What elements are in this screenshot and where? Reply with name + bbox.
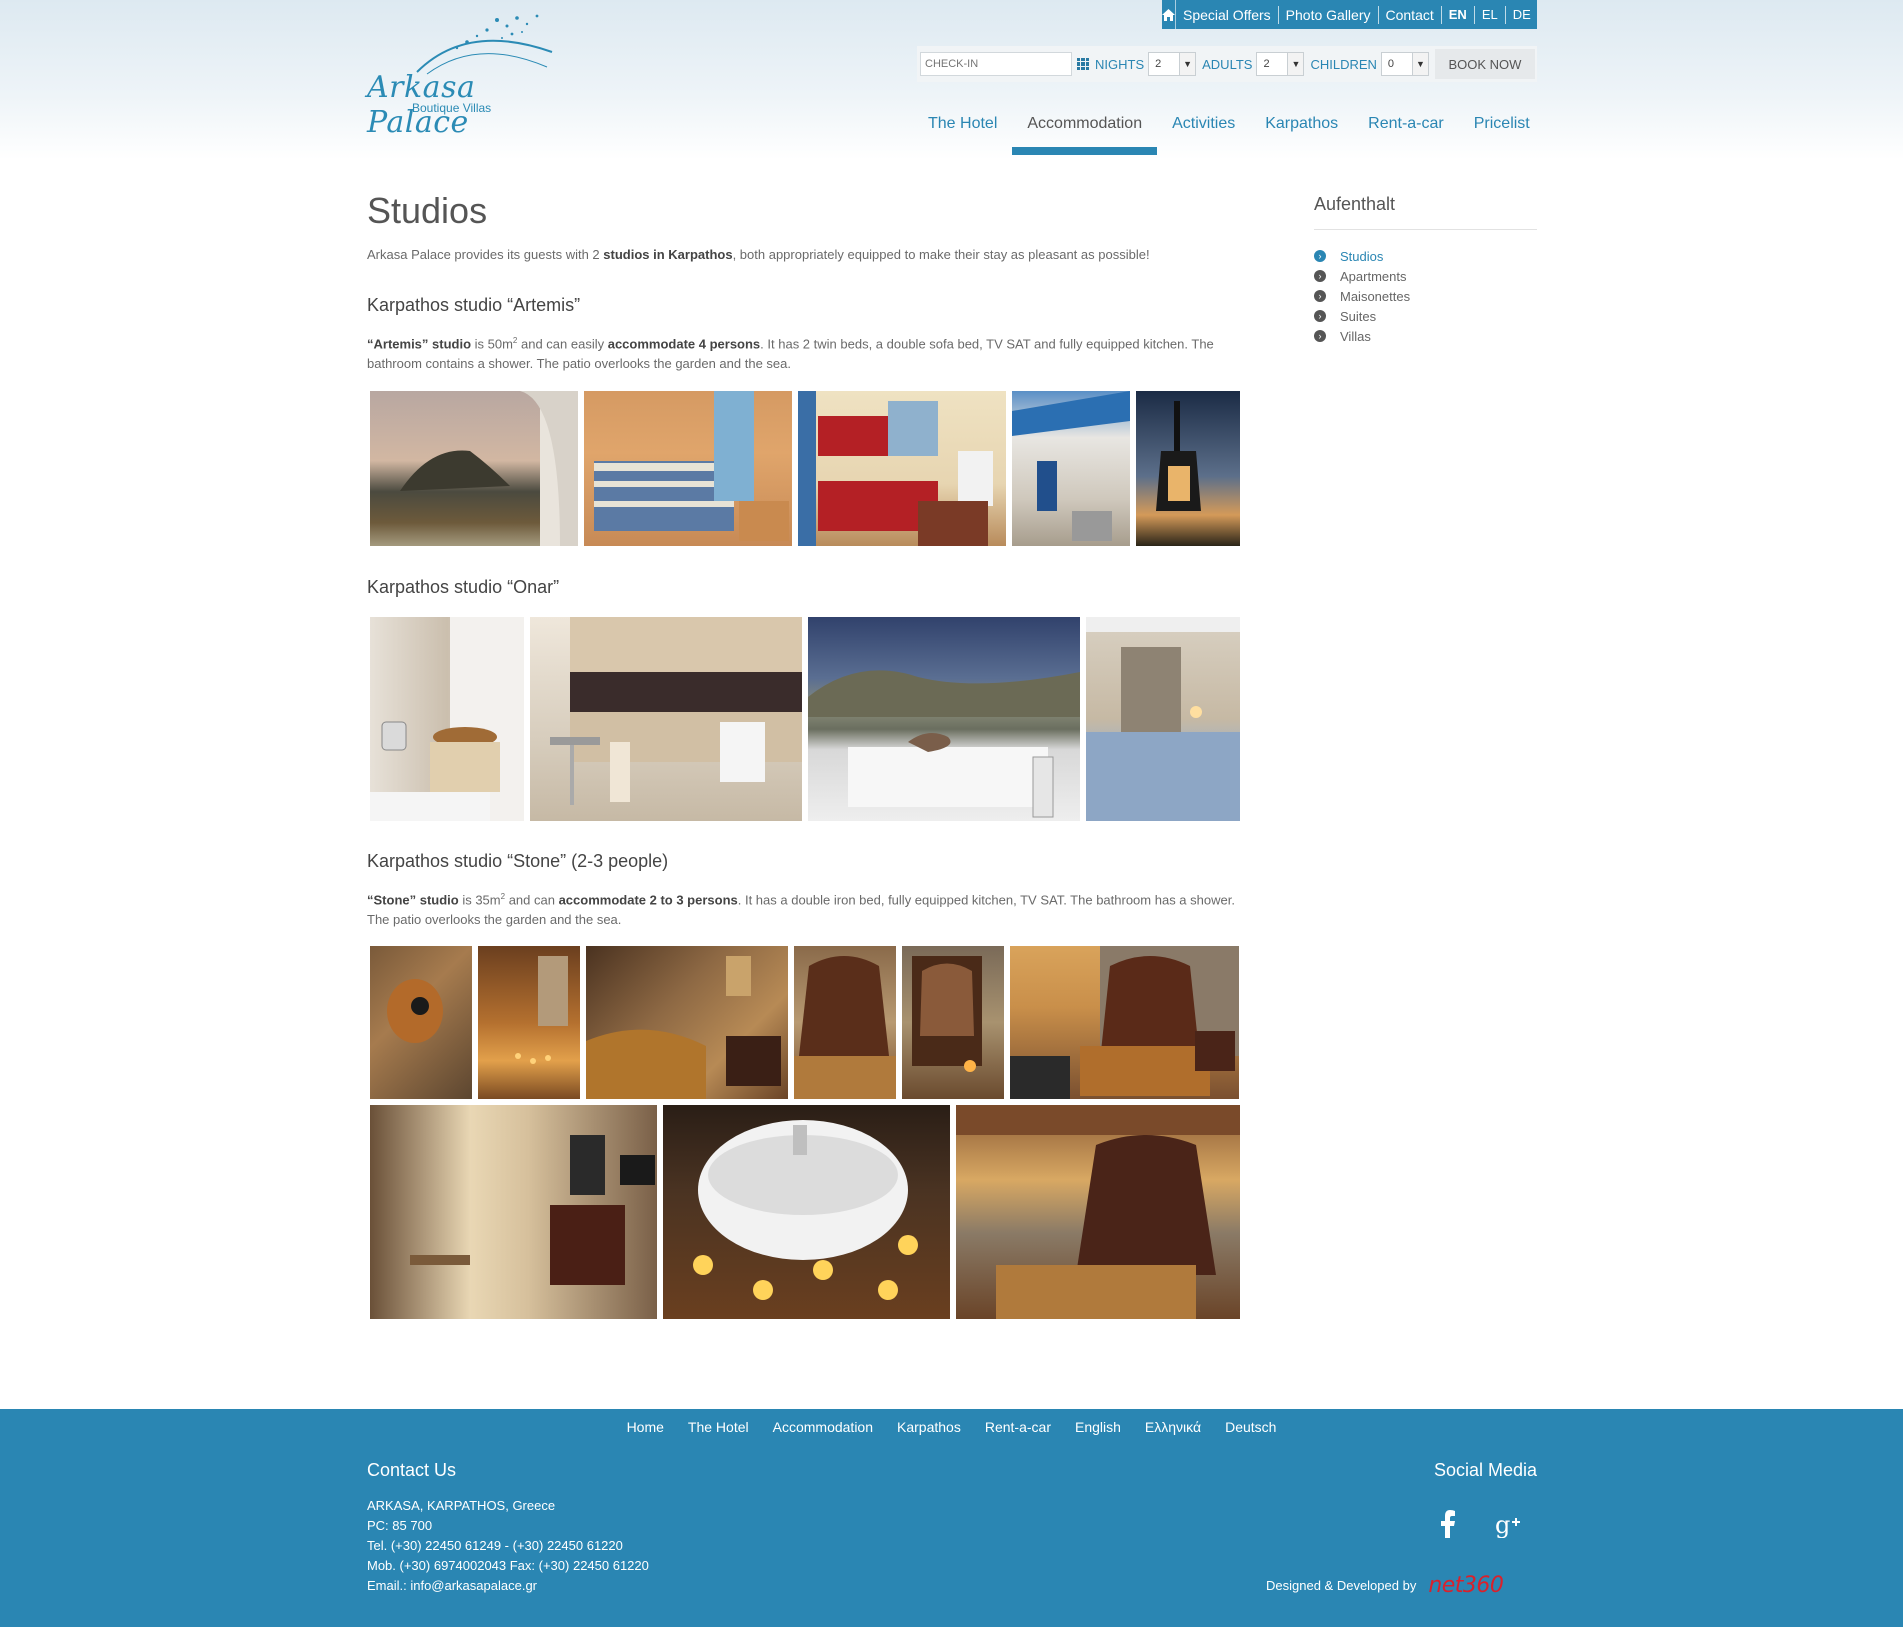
contact-mobile-fax: Mob. (+30) 6974002043 Fax: (+30) 22450 6… bbox=[367, 1558, 649, 1573]
logo-tagline: Boutique Villas bbox=[412, 101, 492, 115]
onar-heading: Karpathos studio “Onar” bbox=[367, 577, 560, 597]
children-label: CHILDREN bbox=[1310, 56, 1377, 72]
footer-link-rent-a-car[interactable]: Rent-a-car bbox=[973, 1419, 1063, 1435]
chevron-circle-icon: › bbox=[1314, 330, 1326, 342]
nav-the-hotel[interactable]: The Hotel bbox=[913, 112, 1012, 155]
nav-rent-a-car[interactable]: Rent-a-car bbox=[1353, 112, 1459, 155]
gallery-photo[interactable] bbox=[370, 1105, 657, 1319]
sidebar: Aufenthalt › Studios › Apartments › Maisone… bbox=[1314, 194, 1537, 346]
contact-email: Email.: info@arkasapalace.gr bbox=[367, 1578, 537, 1593]
sidebar-title: Aufenthalt bbox=[1314, 194, 1537, 230]
nav-karpathos[interactable]: Karpathos bbox=[1250, 112, 1353, 155]
calendar-icon[interactable] bbox=[1077, 58, 1089, 70]
sidebar-item-apartments[interactable]: › Apartments bbox=[1314, 266, 1537, 286]
sidebar-list: › Studios › Apartments › Maisonettes › Suite… bbox=[1314, 246, 1537, 346]
chevron-circle-icon: › bbox=[1314, 310, 1326, 322]
net360-logo[interactable]: net360 bbox=[1428, 1573, 1504, 1598]
top-menu: Special Offers Photo Gallery Contact EN … bbox=[1162, 0, 1537, 29]
gallery-photo[interactable] bbox=[370, 617, 524, 821]
language-de[interactable]: DE bbox=[1504, 5, 1538, 24]
gallery-photo[interactable] bbox=[1010, 946, 1239, 1099]
credit-text: Designed & Developed by bbox=[1266, 1578, 1417, 1593]
footer-social: Social Media bbox=[1434, 1460, 1537, 1481]
contact-address: ARKASA, KARPATHOS, Greece bbox=[367, 1498, 556, 1513]
contact-title: Contact Us bbox=[367, 1460, 457, 1480]
top-menu-special-offers[interactable]: Special Offers bbox=[1176, 6, 1278, 24]
logo[interactable]: Arkasa Palace Boutique Villas bbox=[367, 12, 557, 140]
page-title: Studios bbox=[367, 190, 488, 231]
adults-select[interactable]: 2 ▼ bbox=[1256, 52, 1305, 76]
children-select[interactable]: 0 ▼ bbox=[1380, 52, 1429, 76]
gallery-photo[interactable] bbox=[478, 946, 580, 1099]
gallery-photo[interactable] bbox=[1012, 391, 1130, 546]
gallery-photo[interactable] bbox=[586, 946, 788, 1099]
language-en[interactable]: EN bbox=[1440, 5, 1474, 24]
gallery-photo[interactable] bbox=[956, 1105, 1240, 1319]
footer-link-home[interactable]: Home bbox=[615, 1419, 676, 1435]
contact-phone: Tel. (+30) 22450 61249 - (+30) 22450 612… bbox=[367, 1538, 623, 1553]
footer-nav: Home The Hotel Accommodation Karpathos R… bbox=[0, 1419, 1903, 1435]
book-now-button[interactable]: BOOK NOW bbox=[1434, 49, 1535, 79]
nights-label: NIGHTS bbox=[1095, 56, 1145, 72]
adults-label: ADULTS bbox=[1202, 56, 1253, 72]
footer-link-english[interactable]: English bbox=[1063, 1419, 1133, 1435]
social-title: Social Media bbox=[1433, 1460, 1537, 1480]
gallery-photo[interactable] bbox=[902, 946, 1004, 1099]
footer: Home The Hotel Accommodation Karpathos R… bbox=[0, 1409, 1903, 1627]
sidebar-item-villas[interactable]: › Villas bbox=[1314, 326, 1537, 346]
chevron-circle-icon: › bbox=[1314, 250, 1326, 262]
booking-bar: NIGHTS 2▼ ADULTS 2▼ CHILDREN 0▼ BOOK NOW bbox=[917, 46, 1537, 82]
gallery-photo[interactable] bbox=[1086, 617, 1240, 821]
footer-link-the-hotel[interactable]: The Hotel bbox=[676, 1419, 761, 1435]
gallery-photo[interactable] bbox=[370, 391, 578, 546]
footer-contact: Contact Us ARKASA, KARPATHOS, Greece PC:… bbox=[367, 1460, 649, 1596]
stone-gallery-row-2 bbox=[370, 1105, 1240, 1319]
chevron-down-icon: ▼ bbox=[1411, 53, 1428, 75]
footer-link-karpathos[interactable]: Karpathos bbox=[885, 1419, 973, 1435]
main-content: Studios Arkasa Palace provides its guest… bbox=[367, 190, 1242, 265]
chevron-circle-icon: › bbox=[1314, 290, 1326, 302]
gallery-photo[interactable] bbox=[1136, 391, 1240, 546]
sidebar-item-suites[interactable]: › Suites bbox=[1314, 306, 1537, 326]
facebook-icon[interactable] bbox=[1440, 1510, 1456, 1538]
gallery-photo[interactable] bbox=[663, 1105, 950, 1319]
google-plus-icon[interactable]: g bbox=[1495, 1512, 1525, 1538]
stone-description: “Stone” studio is 35m2 and can accommoda… bbox=[367, 892, 1235, 928]
stone-heading: Karpathos studio “Stone” (2-3 people) bbox=[367, 851, 669, 871]
contact-postcode: PC: 85 700 bbox=[367, 1518, 433, 1533]
svg-text:g: g bbox=[1495, 1512, 1510, 1538]
nav-pricelist[interactable]: Pricelist bbox=[1459, 112, 1545, 155]
top-menu-photo-gallery[interactable]: Photo Gallery bbox=[1277, 5, 1378, 24]
chevron-circle-icon: › bbox=[1314, 270, 1326, 282]
footer-link-accommodation[interactable]: Accommodation bbox=[761, 1419, 885, 1435]
chevron-down-icon: ▼ bbox=[1179, 53, 1196, 75]
sidebar-item-studios[interactable]: › Studios bbox=[1314, 246, 1537, 266]
intro-text: Arkasa Palace provides its guests with 2… bbox=[367, 247, 1150, 262]
artemis-heading: Karpathos studio “Artemis” bbox=[367, 295, 581, 315]
stone-gallery-row-1 bbox=[370, 946, 1239, 1099]
home-icon[interactable] bbox=[1162, 0, 1176, 29]
main-nav: The Hotel Accommodation Activities Karpa… bbox=[913, 112, 1545, 155]
nav-accommodation[interactable]: Accommodation bbox=[1012, 112, 1157, 155]
onar-gallery bbox=[370, 617, 1240, 821]
gallery-photo[interactable] bbox=[798, 391, 1006, 546]
chevron-down-icon: ▼ bbox=[1287, 53, 1304, 75]
footer-link-deutsch[interactable]: Deutsch bbox=[1213, 1419, 1288, 1435]
nights-select[interactable]: 2 ▼ bbox=[1148, 52, 1197, 76]
gallery-photo[interactable] bbox=[808, 617, 1080, 821]
footer-link-greek[interactable]: Ελληνικά bbox=[1133, 1419, 1213, 1435]
gallery-photo[interactable] bbox=[530, 617, 802, 821]
footer-credit: Designed & Developed by net360 bbox=[1266, 1573, 1504, 1598]
checkin-input[interactable] bbox=[920, 52, 1072, 76]
gallery-photo[interactable] bbox=[370, 946, 472, 1099]
artemis-description: “Artemis” studio is 50m2 and can easily … bbox=[367, 336, 1214, 372]
nav-activities[interactable]: Activities bbox=[1157, 112, 1250, 155]
sidebar-item-maisonettes[interactable]: › Maisonettes bbox=[1314, 286, 1537, 306]
language-el[interactable]: EL bbox=[1473, 5, 1505, 24]
artemis-gallery bbox=[370, 391, 1240, 546]
gallery-photo[interactable] bbox=[794, 946, 896, 1099]
gallery-photo[interactable] bbox=[584, 391, 792, 546]
top-menu-contact[interactable]: Contact bbox=[1377, 5, 1441, 24]
